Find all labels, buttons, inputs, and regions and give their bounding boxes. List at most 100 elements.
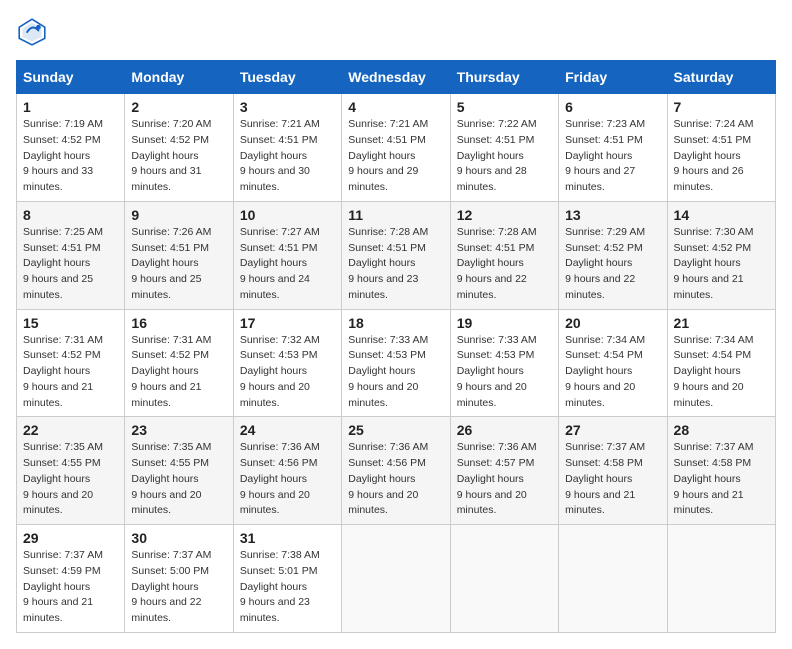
calendar-cell: 3 Sunrise: 7:21 AM Sunset: 4:51 PM Dayli… xyxy=(233,94,341,202)
calendar-cell: 31 Sunrise: 7:38 AM Sunset: 5:01 PM Dayl… xyxy=(233,525,341,633)
day-number: 5 xyxy=(457,99,552,115)
calendar-cell: 16 Sunrise: 7:31 AM Sunset: 4:52 PM Dayl… xyxy=(125,309,233,417)
day-number: 3 xyxy=(240,99,335,115)
weekday-header-saturday: Saturday xyxy=(667,61,775,94)
day-info: Sunrise: 7:23 AM Sunset: 4:51 PM Dayligh… xyxy=(565,117,660,196)
calendar-cell: 6 Sunrise: 7:23 AM Sunset: 4:51 PM Dayli… xyxy=(559,94,667,202)
day-info: Sunrise: 7:29 AM Sunset: 4:52 PM Dayligh… xyxy=(565,225,660,304)
day-info: Sunrise: 7:33 AM Sunset: 4:53 PM Dayligh… xyxy=(457,333,552,412)
day-info: Sunrise: 7:22 AM Sunset: 4:51 PM Dayligh… xyxy=(457,117,552,196)
day-info: Sunrise: 7:20 AM Sunset: 4:52 PM Dayligh… xyxy=(131,117,226,196)
calendar-cell: 14 Sunrise: 7:30 AM Sunset: 4:52 PM Dayl… xyxy=(667,201,775,309)
day-number: 4 xyxy=(348,99,443,115)
calendar-cell xyxy=(342,525,450,633)
day-info: Sunrise: 7:37 AM Sunset: 4:59 PM Dayligh… xyxy=(23,548,118,627)
day-info: Sunrise: 7:34 AM Sunset: 4:54 PM Dayligh… xyxy=(674,333,769,412)
day-info: Sunrise: 7:30 AM Sunset: 4:52 PM Dayligh… xyxy=(674,225,769,304)
day-info: Sunrise: 7:25 AM Sunset: 4:51 PM Dayligh… xyxy=(23,225,118,304)
calendar-cell: 25 Sunrise: 7:36 AM Sunset: 4:56 PM Dayl… xyxy=(342,417,450,525)
calendar-cell: 23 Sunrise: 7:35 AM Sunset: 4:55 PM Dayl… xyxy=(125,417,233,525)
calendar-cell: 8 Sunrise: 7:25 AM Sunset: 4:51 PM Dayli… xyxy=(17,201,125,309)
day-number: 20 xyxy=(565,315,660,331)
calendar-cell: 10 Sunrise: 7:27 AM Sunset: 4:51 PM Dayl… xyxy=(233,201,341,309)
day-number: 12 xyxy=(457,207,552,223)
calendar-cell: 17 Sunrise: 7:32 AM Sunset: 4:53 PM Dayl… xyxy=(233,309,341,417)
calendar-cell: 26 Sunrise: 7:36 AM Sunset: 4:57 PM Dayl… xyxy=(450,417,558,525)
day-info: Sunrise: 7:36 AM Sunset: 4:56 PM Dayligh… xyxy=(240,440,335,519)
calendar-cell xyxy=(667,525,775,633)
day-info: Sunrise: 7:33 AM Sunset: 4:53 PM Dayligh… xyxy=(348,333,443,412)
weekday-header-sunday: Sunday xyxy=(17,61,125,94)
calendar-cell: 7 Sunrise: 7:24 AM Sunset: 4:51 PM Dayli… xyxy=(667,94,775,202)
day-info: Sunrise: 7:35 AM Sunset: 4:55 PM Dayligh… xyxy=(23,440,118,519)
day-number: 13 xyxy=(565,207,660,223)
calendar-body: 1 Sunrise: 7:19 AM Sunset: 4:52 PM Dayli… xyxy=(17,94,776,633)
day-number: 24 xyxy=(240,422,335,438)
weekday-header-friday: Friday xyxy=(559,61,667,94)
day-number: 27 xyxy=(565,422,660,438)
day-number: 25 xyxy=(348,422,443,438)
calendar-cell xyxy=(450,525,558,633)
calendar-cell: 5 Sunrise: 7:22 AM Sunset: 4:51 PM Dayli… xyxy=(450,94,558,202)
day-number: 23 xyxy=(131,422,226,438)
day-info: Sunrise: 7:32 AM Sunset: 4:53 PM Dayligh… xyxy=(240,333,335,412)
day-number: 31 xyxy=(240,530,335,546)
day-info: Sunrise: 7:19 AM Sunset: 4:52 PM Dayligh… xyxy=(23,117,118,196)
weekday-header-tuesday: Tuesday xyxy=(233,61,341,94)
day-info: Sunrise: 7:31 AM Sunset: 4:52 PM Dayligh… xyxy=(23,333,118,412)
calendar-cell: 28 Sunrise: 7:37 AM Sunset: 4:58 PM Dayl… xyxy=(667,417,775,525)
day-info: Sunrise: 7:31 AM Sunset: 4:52 PM Dayligh… xyxy=(131,333,226,412)
calendar-cell: 29 Sunrise: 7:37 AM Sunset: 4:59 PM Dayl… xyxy=(17,525,125,633)
day-number: 10 xyxy=(240,207,335,223)
calendar-cell: 20 Sunrise: 7:34 AM Sunset: 4:54 PM Dayl… xyxy=(559,309,667,417)
weekday-header-monday: Monday xyxy=(125,61,233,94)
calendar-week-2: 8 Sunrise: 7:25 AM Sunset: 4:51 PM Dayli… xyxy=(17,201,776,309)
day-info: Sunrise: 7:21 AM Sunset: 4:51 PM Dayligh… xyxy=(240,117,335,196)
calendar-cell: 12 Sunrise: 7:28 AM Sunset: 4:51 PM Dayl… xyxy=(450,201,558,309)
day-number: 16 xyxy=(131,315,226,331)
calendar-cell: 4 Sunrise: 7:21 AM Sunset: 4:51 PM Dayli… xyxy=(342,94,450,202)
calendar-cell: 11 Sunrise: 7:28 AM Sunset: 4:51 PM Dayl… xyxy=(342,201,450,309)
day-info: Sunrise: 7:26 AM Sunset: 4:51 PM Dayligh… xyxy=(131,225,226,304)
calendar-cell: 19 Sunrise: 7:33 AM Sunset: 4:53 PM Dayl… xyxy=(450,309,558,417)
day-number: 28 xyxy=(674,422,769,438)
day-number: 26 xyxy=(457,422,552,438)
calendar-table: SundayMondayTuesdayWednesdayThursdayFrid… xyxy=(16,60,776,633)
calendar-cell: 27 Sunrise: 7:37 AM Sunset: 4:58 PM Dayl… xyxy=(559,417,667,525)
calendar-cell xyxy=(559,525,667,633)
calendar-cell: 30 Sunrise: 7:37 AM Sunset: 5:00 PM Dayl… xyxy=(125,525,233,633)
calendar-cell: 13 Sunrise: 7:29 AM Sunset: 4:52 PM Dayl… xyxy=(559,201,667,309)
calendar-cell: 24 Sunrise: 7:36 AM Sunset: 4:56 PM Dayl… xyxy=(233,417,341,525)
day-info: Sunrise: 7:21 AM Sunset: 4:51 PM Dayligh… xyxy=(348,117,443,196)
day-number: 9 xyxy=(131,207,226,223)
day-info: Sunrise: 7:28 AM Sunset: 4:51 PM Dayligh… xyxy=(457,225,552,304)
day-info: Sunrise: 7:37 AM Sunset: 5:00 PM Dayligh… xyxy=(131,548,226,627)
day-number: 19 xyxy=(457,315,552,331)
day-number: 14 xyxy=(674,207,769,223)
calendar-week-4: 22 Sunrise: 7:35 AM Sunset: 4:55 PM Dayl… xyxy=(17,417,776,525)
day-info: Sunrise: 7:27 AM Sunset: 4:51 PM Dayligh… xyxy=(240,225,335,304)
day-info: Sunrise: 7:28 AM Sunset: 4:51 PM Dayligh… xyxy=(348,225,443,304)
day-number: 29 xyxy=(23,530,118,546)
calendar-cell: 2 Sunrise: 7:20 AM Sunset: 4:52 PM Dayli… xyxy=(125,94,233,202)
page-header xyxy=(16,16,776,48)
day-number: 18 xyxy=(348,315,443,331)
calendar-cell: 22 Sunrise: 7:35 AM Sunset: 4:55 PM Dayl… xyxy=(17,417,125,525)
calendar-cell: 18 Sunrise: 7:33 AM Sunset: 4:53 PM Dayl… xyxy=(342,309,450,417)
calendar-cell: 9 Sunrise: 7:26 AM Sunset: 4:51 PM Dayli… xyxy=(125,201,233,309)
calendar-cell: 1 Sunrise: 7:19 AM Sunset: 4:52 PM Dayli… xyxy=(17,94,125,202)
logo-icon xyxy=(16,16,48,48)
calendar-week-1: 1 Sunrise: 7:19 AM Sunset: 4:52 PM Dayli… xyxy=(17,94,776,202)
day-info: Sunrise: 7:35 AM Sunset: 4:55 PM Dayligh… xyxy=(131,440,226,519)
calendar-cell: 15 Sunrise: 7:31 AM Sunset: 4:52 PM Dayl… xyxy=(17,309,125,417)
day-number: 8 xyxy=(23,207,118,223)
day-number: 15 xyxy=(23,315,118,331)
logo xyxy=(16,16,52,48)
calendar-cell: 21 Sunrise: 7:34 AM Sunset: 4:54 PM Dayl… xyxy=(667,309,775,417)
day-number: 21 xyxy=(674,315,769,331)
day-number: 22 xyxy=(23,422,118,438)
calendar-header-row: SundayMondayTuesdayWednesdayThursdayFrid… xyxy=(17,61,776,94)
day-info: Sunrise: 7:24 AM Sunset: 4:51 PM Dayligh… xyxy=(674,117,769,196)
weekday-header-thursday: Thursday xyxy=(450,61,558,94)
day-number: 1 xyxy=(23,99,118,115)
